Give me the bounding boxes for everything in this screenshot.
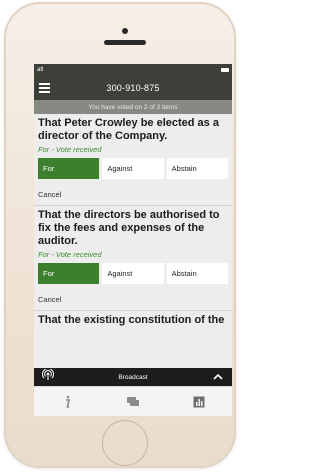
signal-indicator: atl — [37, 67, 44, 73]
earpiece-speaker — [104, 40, 146, 45]
home-button[interactable] — [102, 420, 148, 466]
vote-against-button[interactable]: Against — [102, 158, 167, 179]
front-camera — [122, 28, 128, 34]
vote-status: For - Vote received — [38, 250, 102, 259]
resolution-card: That the directors be authorised to fix … — [34, 206, 232, 310]
info-icon[interactable] — [52, 392, 82, 412]
phone-frame: atl 300-910-875 You have voted on 2 of 3… — [4, 2, 236, 468]
vote-abstain-button[interactable]: Abstain — [166, 158, 228, 179]
cancel-vote-link[interactable]: Cancel — [38, 295, 228, 310]
vote-abstain-button[interactable]: Abstain — [166, 263, 228, 284]
resolution-card: That Peter Crowley be elected as a direc… — [34, 114, 232, 205]
menu-icon[interactable] — [39, 83, 50, 93]
broadcast-label: Broadcast — [118, 373, 148, 381]
broadcast-icon — [40, 367, 56, 386]
chat-icon[interactable] — [118, 392, 148, 412]
app-header: 300-910-875 — [34, 76, 232, 100]
bottom-tab-bar — [34, 386, 232, 416]
resolution-title: That the existing constitution of the — [38, 314, 225, 326]
resolution-title: That the directors be authorised to fix … — [38, 209, 220, 247]
cancel-vote-link[interactable]: Cancel — [38, 190, 228, 205]
vote-for-button[interactable]: For — [38, 158, 103, 179]
status-bar: atl — [34, 64, 232, 76]
vote-against-button[interactable]: Against — [102, 263, 167, 284]
bar-chart-icon[interactable] — [184, 392, 214, 412]
broadcast-bar[interactable]: Broadcast — [34, 367, 232, 386]
resolution-title: That Peter Crowley be elected as a direc… — [38, 117, 219, 142]
header-title: 300-910-875 — [106, 83, 160, 93]
vote-progress-banner: You have voted on 2 of 3 items — [34, 100, 232, 114]
vote-options: For Against Abstain — [38, 263, 228, 284]
vote-status: For - Vote received — [38, 145, 102, 154]
battery-icon — [221, 68, 229, 72]
chevron-up-icon[interactable] — [210, 368, 226, 386]
vote-for-button[interactable]: For — [38, 263, 103, 284]
app-screen: atl 300-910-875 You have voted on 2 of 3… — [34, 64, 232, 416]
vote-options: For Against Abstain — [38, 158, 228, 179]
